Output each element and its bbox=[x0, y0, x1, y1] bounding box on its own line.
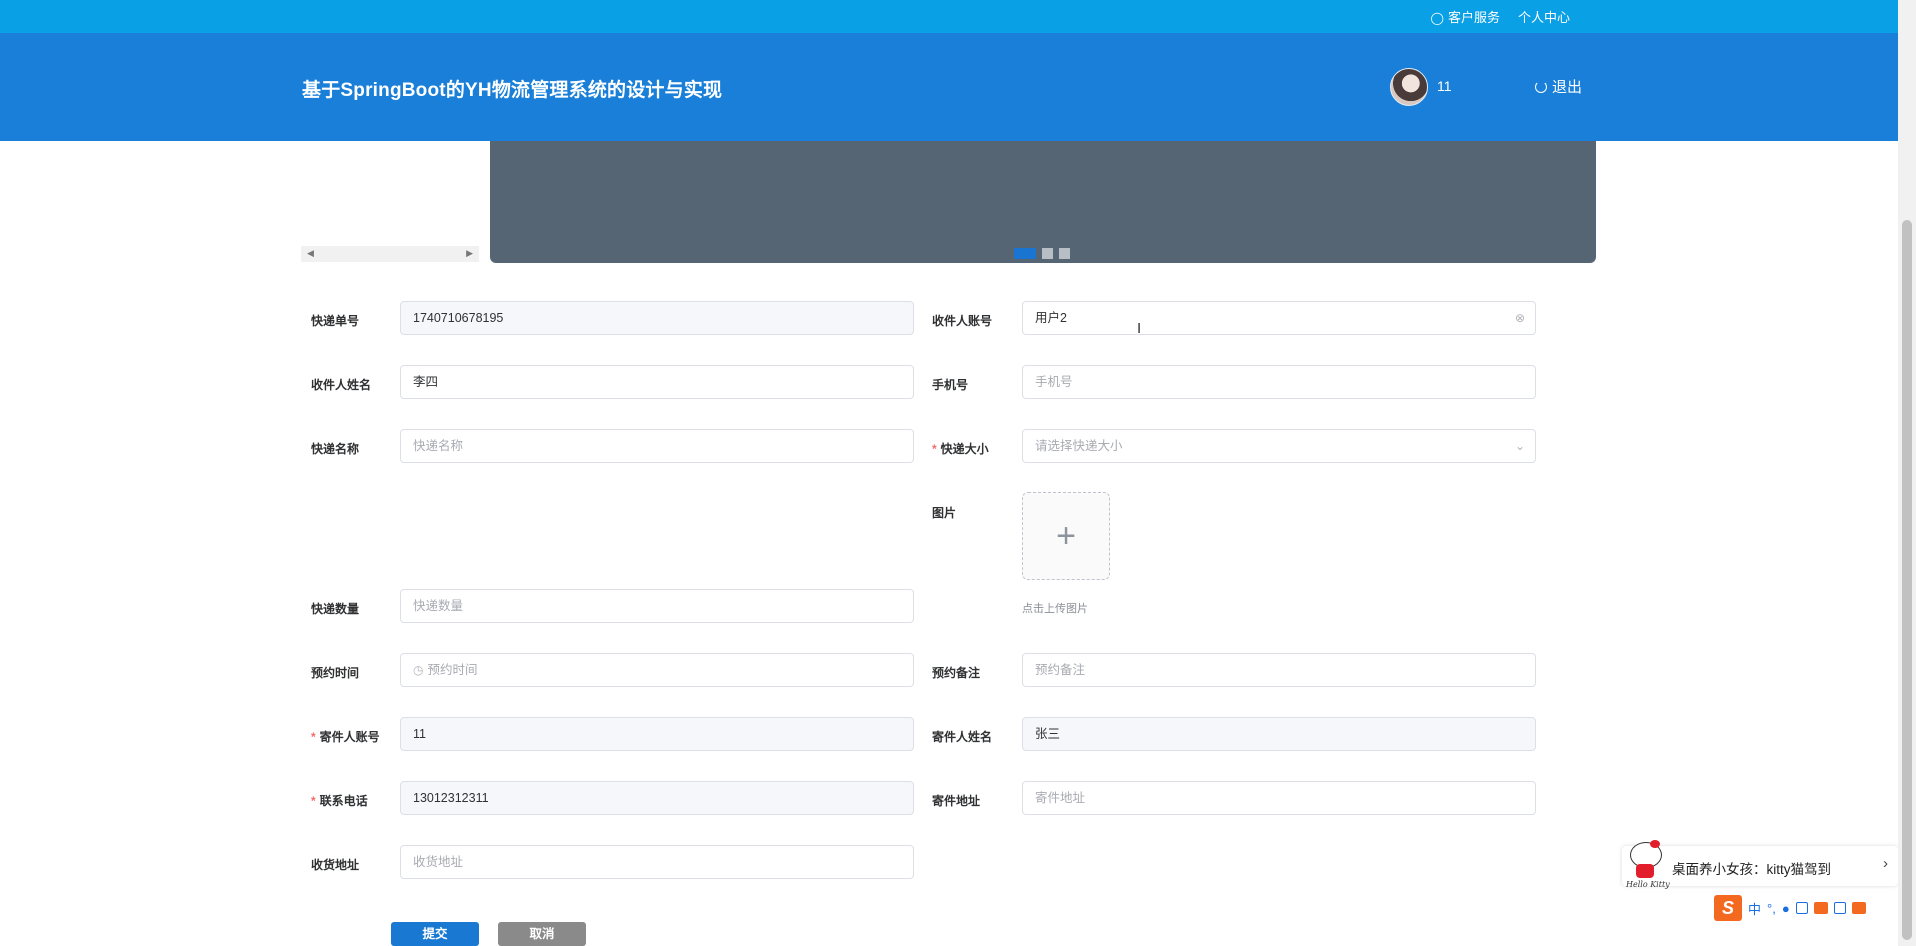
appointment-note-label: 预约备注 bbox=[932, 666, 981, 680]
phone-placeholder: 手机号 bbox=[1035, 375, 1073, 389]
horizontal-scrollbar[interactable]: ◀ ▶ bbox=[301, 246, 479, 262]
scrollbar-thumb[interactable] bbox=[1902, 220, 1912, 940]
side-panel bbox=[301, 141, 479, 246]
express-size-select[interactable]: 请选择快递大小 ⌄ bbox=[1022, 429, 1536, 463]
express-size-label-text: 快递大小 bbox=[940, 442, 989, 456]
contact-phone-label-text: 联系电话 bbox=[319, 794, 368, 808]
carousel-indicators bbox=[1014, 248, 1070, 259]
tracking-no-value: 1740710678195 bbox=[413, 311, 504, 325]
game-icon[interactable] bbox=[1851, 902, 1866, 914]
plus-icon: + bbox=[1056, 517, 1076, 555]
receiver-name-label: 收件人姓名 bbox=[311, 378, 372, 392]
sogou-logo-icon[interactable]: S bbox=[1714, 895, 1742, 921]
appointment-time-picker[interactable]: ◷ 预约时间 bbox=[400, 653, 914, 687]
appointment-note-placeholder: 预约备注 bbox=[1035, 663, 1086, 677]
personal-center-link[interactable]: 个人中心 bbox=[1518, 7, 1570, 26]
user-icon: ◯ bbox=[1430, 11, 1444, 25]
express-size-label: * 快递大小 bbox=[932, 440, 989, 457]
required-mark: * bbox=[932, 442, 937, 456]
upload-tip: 点击上传图片 bbox=[1022, 603, 1088, 615]
appointment-time-placeholder: 预约时间 bbox=[427, 663, 478, 677]
top-bar: ◯ 客户服务 个人中心 bbox=[0, 0, 1898, 33]
phone-label: 手机号 bbox=[932, 378, 969, 392]
contact-phone-label: * 联系电话 bbox=[311, 792, 368, 809]
customer-service-link[interactable]: ◯ 客户服务 bbox=[1431, 7, 1500, 26]
receive-address-label: 收货地址 bbox=[311, 858, 360, 872]
appointment-time-label: 预约时间 bbox=[311, 666, 360, 680]
express-name-label: 快递名称 bbox=[311, 442, 360, 456]
express-name-field[interactable]: 快递名称 bbox=[400, 429, 914, 463]
express-qty-label: 快递数量 bbox=[311, 602, 360, 616]
keyboard-icon[interactable] bbox=[1795, 902, 1808, 914]
carousel-dot[interactable] bbox=[1014, 248, 1036, 259]
contact-phone-field[interactable]: 13012312311 bbox=[400, 781, 914, 815]
desktop-notification[interactable]: Hello Kitty 桌面养小女孩：kitty猫驾到 › bbox=[1622, 840, 1898, 889]
toolbox-icon[interactable] bbox=[1833, 902, 1846, 914]
contact-phone-value: 13012312311 bbox=[413, 791, 489, 805]
sender-name-label: 寄件人姓名 bbox=[932, 730, 993, 744]
sender-account-value: 11 bbox=[413, 727, 426, 741]
receiver-account-field[interactable]: 用户2 ⊗ bbox=[1022, 301, 1536, 335]
scroll-left-icon[interactable]: ◀ bbox=[307, 248, 314, 259]
carousel-dot[interactable] bbox=[1042, 248, 1053, 259]
microphone-icon[interactable]: ● bbox=[1782, 901, 1790, 916]
sender-name-value: 张三 bbox=[1035, 727, 1061, 741]
clear-icon[interactable]: ⊗ bbox=[1515, 302, 1525, 334]
kitty-brand: Hello Kitty bbox=[1626, 880, 1670, 889]
header: 基于SpringBoot的YH物流管理系统的设计与实现 11 退出 bbox=[0, 33, 1898, 141]
express-qty-field[interactable]: 快递数量 bbox=[400, 589, 914, 623]
submit-button[interactable]: 提交 bbox=[391, 922, 479, 946]
tracking-no-field[interactable]: 1740710678195 bbox=[400, 301, 914, 335]
required-mark: * bbox=[311, 794, 316, 808]
hello-kitty-icon: Hello Kitty bbox=[1622, 840, 1672, 892]
chevron-right-icon[interactable]: › bbox=[1883, 855, 1888, 872]
username: 11 bbox=[1437, 78, 1452, 94]
image-label: 图片 bbox=[932, 506, 957, 520]
skin-icon[interactable] bbox=[1813, 902, 1828, 914]
logout-label: 退出 bbox=[1552, 79, 1583, 96]
tracking-no-label: 快递单号 bbox=[311, 314, 360, 328]
vertical-scrollbar[interactable] bbox=[1898, 0, 1916, 946]
express-name-placeholder: 快递名称 bbox=[413, 439, 464, 453]
receive-address-field[interactable]: 收货地址 bbox=[400, 845, 914, 879]
power-icon bbox=[1535, 81, 1547, 93]
top-links: ◯ 客户服务 个人中心 bbox=[1431, 7, 1570, 26]
receiver-name-value: 李四 bbox=[413, 375, 439, 389]
ime-mode[interactable]: 中 bbox=[1748, 899, 1761, 918]
receive-address-placeholder: 收货地址 bbox=[413, 855, 464, 869]
chevron-down-icon: ⌄ bbox=[1514, 439, 1525, 453]
logout-button[interactable]: 退出 bbox=[1535, 76, 1582, 97]
text-cursor-icon: I bbox=[1137, 320, 1142, 337]
sender-address-label: 寄件地址 bbox=[932, 794, 981, 808]
receiver-name-field[interactable]: 李四 bbox=[400, 365, 914, 399]
scroll-right-icon[interactable]: ▶ bbox=[466, 248, 473, 259]
sender-account-field[interactable]: 11 bbox=[400, 717, 914, 751]
appointment-note-field[interactable]: 预约备注 bbox=[1022, 653, 1536, 687]
express-qty-placeholder: 快递数量 bbox=[413, 599, 464, 613]
express-size-placeholder: 请选择快递大小 bbox=[1035, 439, 1123, 453]
sender-account-label: * 寄件人账号 bbox=[311, 728, 380, 745]
sender-name-field[interactable]: 张三 bbox=[1022, 717, 1536, 751]
sender-address-field[interactable]: 寄件地址 bbox=[1022, 781, 1536, 815]
page-title: 基于SpringBoot的YH物流管理系统的设计与实现 bbox=[302, 80, 723, 101]
ime-toolbar: S 中 °, ● bbox=[1714, 895, 1866, 921]
required-mark: * bbox=[311, 730, 316, 744]
banner-carousel[interactable] bbox=[490, 141, 1596, 263]
avatar[interactable] bbox=[1390, 68, 1428, 106]
sender-account-label-text: 寄件人账号 bbox=[319, 730, 380, 744]
cancel-button[interactable]: 取消 bbox=[498, 922, 586, 946]
image-upload[interactable]: + bbox=[1022, 492, 1110, 580]
carousel-dot[interactable] bbox=[1059, 248, 1070, 259]
notification-text: 桌面养小女孩：kitty猫驾到 bbox=[1672, 862, 1832, 877]
customer-service-label: 客户服务 bbox=[1447, 10, 1500, 25]
sender-address-placeholder: 寄件地址 bbox=[1035, 791, 1086, 805]
phone-field[interactable]: 手机号 bbox=[1022, 365, 1536, 399]
receiver-account-label: 收件人账号 bbox=[932, 314, 993, 328]
receiver-account-value: 用户2 bbox=[1035, 311, 1067, 325]
ime-punctuation[interactable]: °, bbox=[1767, 901, 1776, 916]
clock-icon: ◷ bbox=[413, 663, 424, 677]
